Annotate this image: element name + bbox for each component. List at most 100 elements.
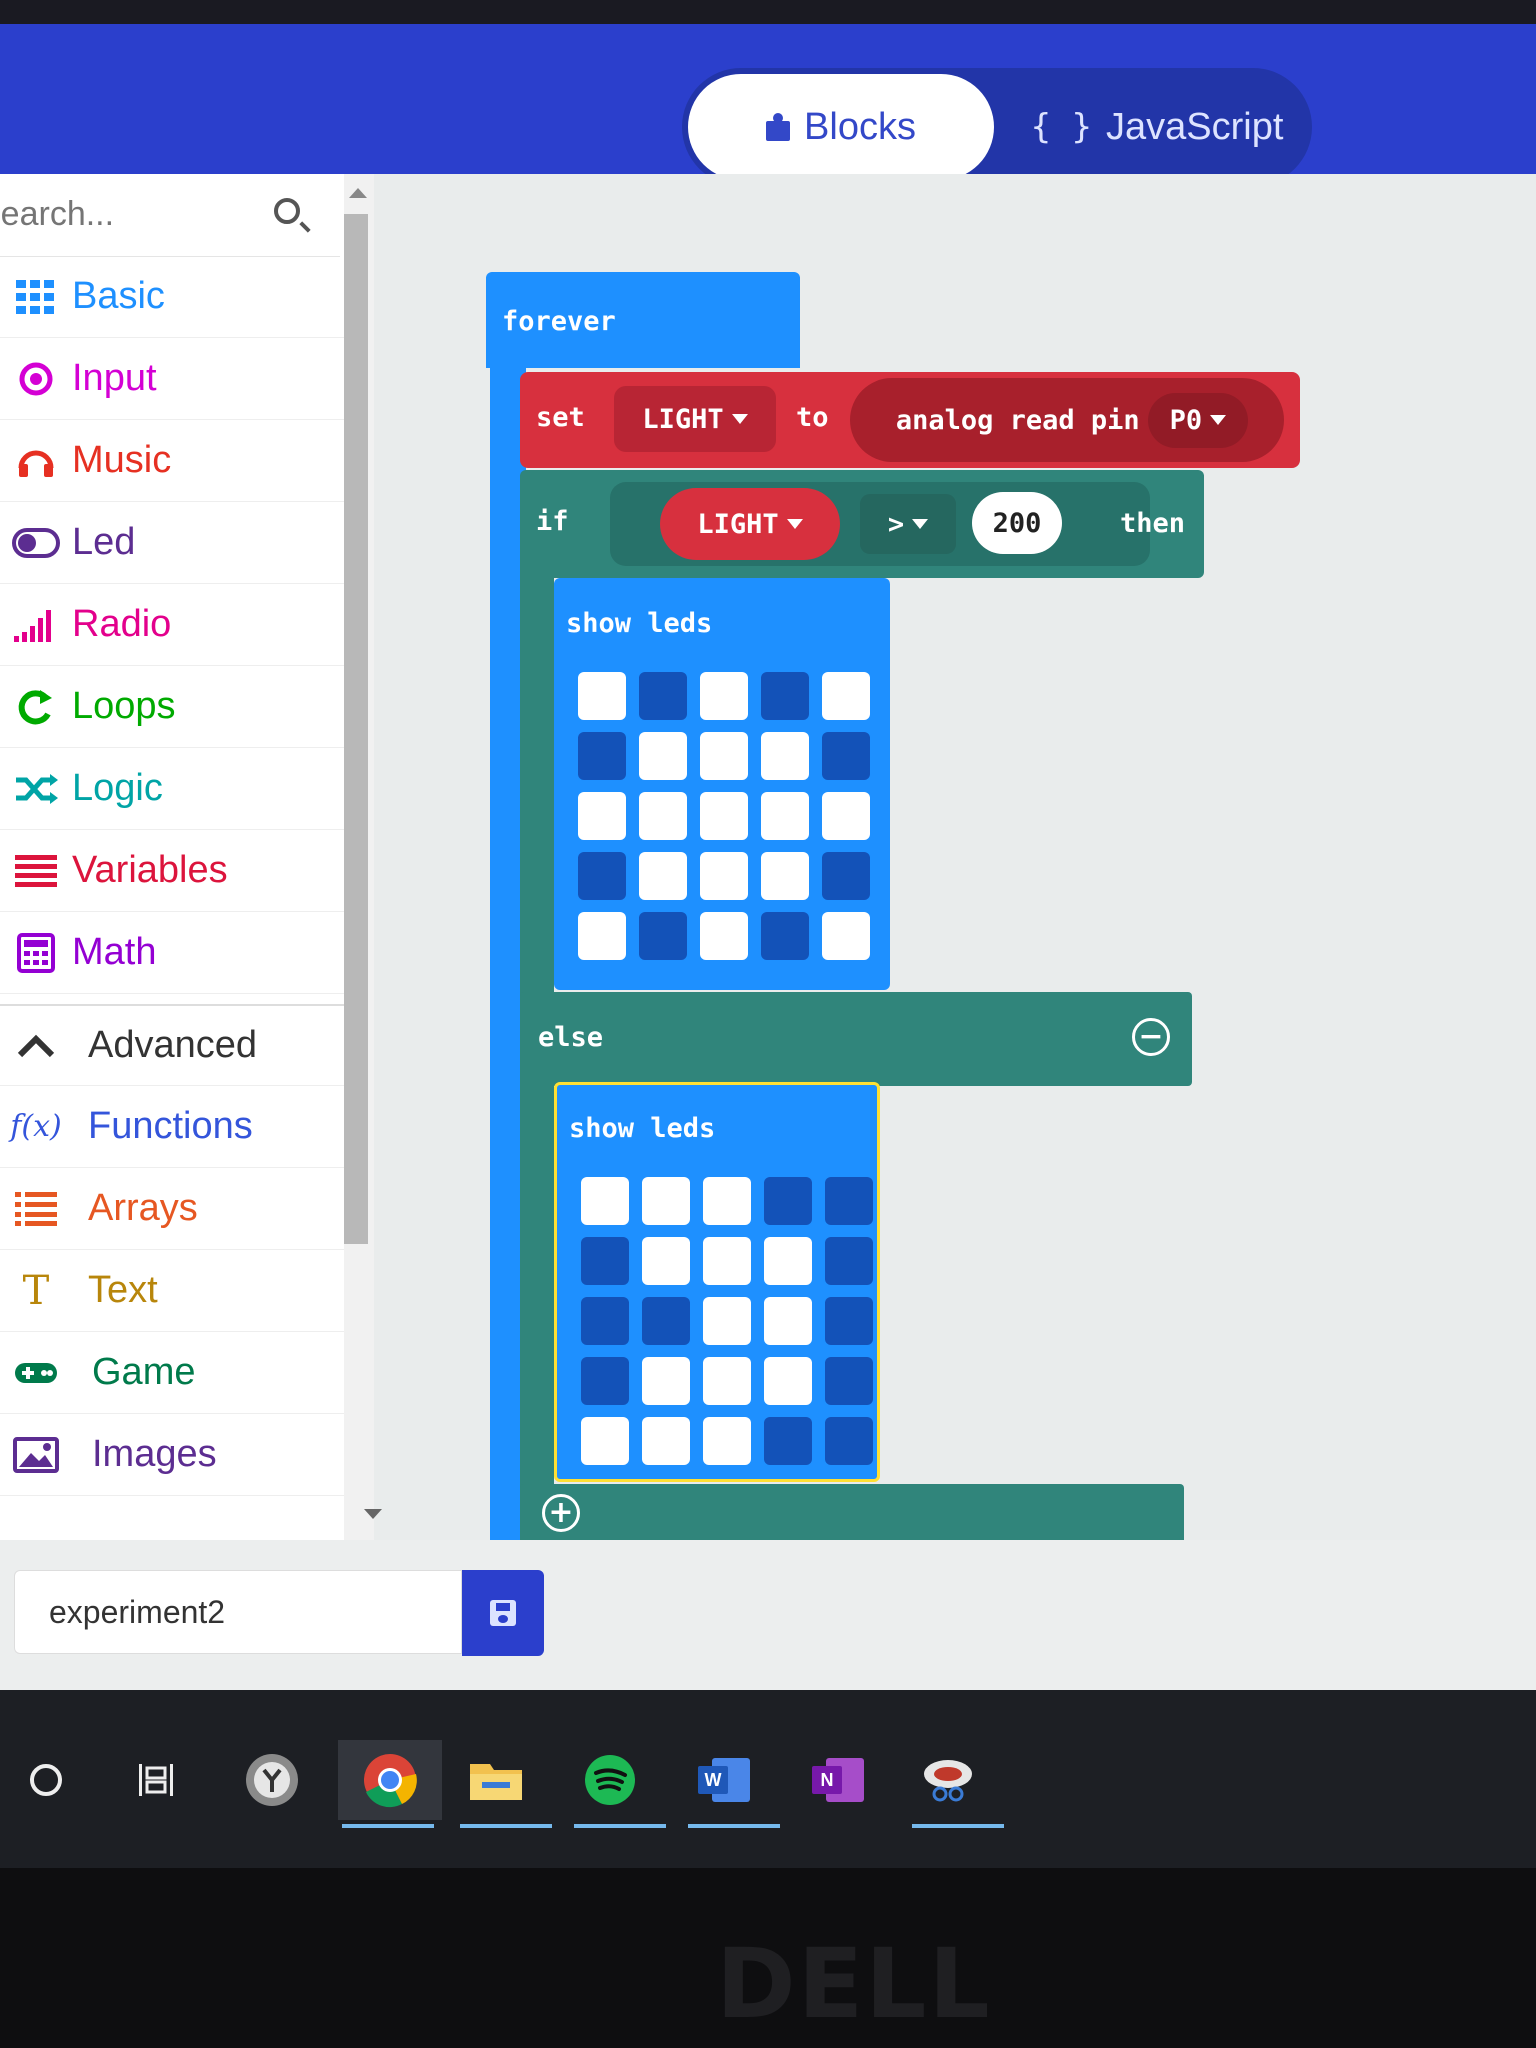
led-cell[interactable] xyxy=(761,732,809,780)
forever-block[interactable]: forever xyxy=(486,272,800,368)
led-cell[interactable] xyxy=(642,1357,690,1405)
led-cell[interactable] xyxy=(700,792,748,840)
led-cell[interactable] xyxy=(578,792,626,840)
category-advanced[interactable]: Advanced xyxy=(0,1004,350,1086)
puzzle-icon xyxy=(766,113,791,141)
led-cell[interactable] xyxy=(642,1417,690,1465)
show-leds-block-then[interactable]: show leds xyxy=(554,578,890,990)
led-cell[interactable] xyxy=(578,672,626,720)
tab-blocks[interactable]: Blocks xyxy=(688,74,994,180)
led-cell[interactable] xyxy=(825,1297,873,1345)
toolbox-scroll-thumb[interactable] xyxy=(344,214,368,1244)
led-cell[interactable] xyxy=(703,1417,751,1465)
add-branch-icon[interactable]: + xyxy=(542,1494,580,1532)
led-cell[interactable] xyxy=(764,1237,812,1285)
led-cell[interactable] xyxy=(761,852,809,900)
onenote-icon[interactable]: N xyxy=(798,1740,878,1820)
led-cell[interactable] xyxy=(761,912,809,960)
led-cell[interactable] xyxy=(822,732,870,780)
led-cell[interactable] xyxy=(639,852,687,900)
category-images[interactable]: Images xyxy=(0,1414,350,1496)
active-app-indicator xyxy=(342,1824,434,1828)
tab-javascript[interactable]: { } JavaScript xyxy=(1022,74,1292,180)
led-cell[interactable] xyxy=(825,1357,873,1405)
category-loops[interactable]: Loops xyxy=(0,666,350,748)
led-cell[interactable] xyxy=(764,1177,812,1225)
led-cell[interactable] xyxy=(825,1417,873,1465)
task-view-icon[interactable] xyxy=(116,1740,196,1820)
threshold-input[interactable]: 200 xyxy=(972,492,1062,554)
led-cell[interactable] xyxy=(639,912,687,960)
led-cell[interactable] xyxy=(700,672,748,720)
led-cell[interactable] xyxy=(822,912,870,960)
led-cell[interactable] xyxy=(581,1297,629,1345)
if-label: if xyxy=(536,506,569,537)
led-cell[interactable] xyxy=(639,672,687,720)
led-cell[interactable] xyxy=(822,792,870,840)
set-variable-block[interactable]: set LIGHT to analog read pin P0 xyxy=(520,372,1300,468)
category-input[interactable]: Input xyxy=(0,338,350,420)
category-led[interactable]: Led xyxy=(0,502,350,584)
category-game[interactable]: Game xyxy=(0,1332,350,1414)
scroll-up-arrow-icon[interactable] xyxy=(349,188,367,198)
led-cell[interactable] xyxy=(581,1237,629,1285)
category-music[interactable]: Music xyxy=(0,420,350,502)
led-cell[interactable] xyxy=(761,792,809,840)
led-cell[interactable] xyxy=(822,672,870,720)
led-cell[interactable] xyxy=(764,1357,812,1405)
snipping-tool-icon[interactable] xyxy=(908,1740,1004,1828)
led-cell[interactable] xyxy=(822,852,870,900)
led-cell[interactable] xyxy=(639,792,687,840)
operator-value: > xyxy=(887,508,905,540)
led-cell[interactable] xyxy=(703,1177,751,1225)
light-variable-block[interactable]: LIGHT xyxy=(660,488,840,560)
led-cell[interactable] xyxy=(578,732,626,780)
clock-app-icon[interactable] xyxy=(232,1740,312,1820)
if-block[interactable]: if LIGHT > 200 then xyxy=(520,470,1204,578)
led-cell[interactable] xyxy=(703,1357,751,1405)
search-input[interactable] xyxy=(0,188,280,240)
file-explorer-icon[interactable] xyxy=(456,1740,552,1828)
led-cell[interactable] xyxy=(761,672,809,720)
led-cell[interactable] xyxy=(578,852,626,900)
show-leds-block-else[interactable]: show leds xyxy=(554,1082,880,1482)
category-logic[interactable]: Logic xyxy=(0,748,350,830)
led-cell[interactable] xyxy=(700,852,748,900)
search-icon[interactable] xyxy=(274,198,300,224)
led-cell[interactable] xyxy=(764,1417,812,1465)
led-cell[interactable] xyxy=(642,1237,690,1285)
led-cell[interactable] xyxy=(642,1297,690,1345)
led-cell[interactable] xyxy=(581,1357,629,1405)
spotify-icon[interactable] xyxy=(570,1740,666,1828)
save-button[interactable] xyxy=(462,1570,544,1656)
remove-else-icon[interactable]: − xyxy=(1132,1018,1170,1056)
led-cell[interactable] xyxy=(825,1237,873,1285)
led-cell[interactable] xyxy=(639,732,687,780)
variable-dropdown[interactable]: LIGHT xyxy=(614,386,776,452)
category-math[interactable]: Math xyxy=(0,912,350,994)
category-text[interactable]: T Text xyxy=(0,1250,350,1332)
scroll-down-arrow-icon[interactable] xyxy=(364,1509,382,1519)
led-cell[interactable] xyxy=(581,1417,629,1465)
led-cell[interactable] xyxy=(578,912,626,960)
category-basic[interactable]: Basic xyxy=(0,256,350,338)
led-cell[interactable] xyxy=(703,1237,751,1285)
category-radio[interactable]: Radio xyxy=(0,584,350,666)
category-variables[interactable]: Variables xyxy=(0,830,350,912)
word-icon[interactable]: W xyxy=(684,1740,780,1828)
led-cell[interactable] xyxy=(825,1177,873,1225)
led-cell[interactable] xyxy=(581,1177,629,1225)
analog-read-block[interactable]: analog read pin P0 xyxy=(850,378,1284,462)
chrome-icon[interactable] xyxy=(338,1740,442,1828)
category-arrays[interactable]: Arrays xyxy=(0,1168,350,1250)
project-name-input[interactable] xyxy=(14,1570,462,1654)
led-cell[interactable] xyxy=(700,732,748,780)
operator-dropdown[interactable]: > xyxy=(860,494,956,554)
led-cell[interactable] xyxy=(703,1297,751,1345)
led-cell[interactable] xyxy=(764,1297,812,1345)
led-cell[interactable] xyxy=(642,1177,690,1225)
pin-dropdown[interactable]: P0 xyxy=(1147,392,1249,448)
category-functions[interactable]: f(x) Functions xyxy=(0,1086,350,1168)
led-cell[interactable] xyxy=(700,912,748,960)
cortana-icon[interactable] xyxy=(6,1740,86,1820)
